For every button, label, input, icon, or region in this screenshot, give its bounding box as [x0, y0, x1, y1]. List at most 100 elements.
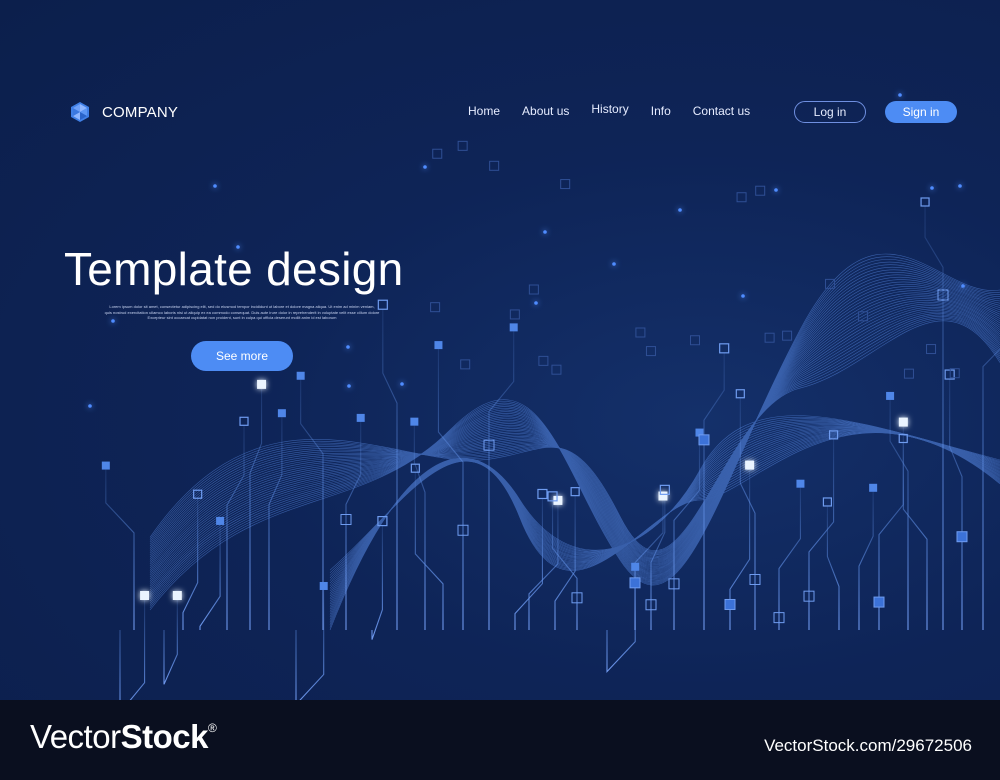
circuit-node	[873, 596, 885, 608]
star-dot	[213, 184, 217, 188]
watermark-bar: VectorStock® VectorStock.com/29672506	[0, 700, 1000, 780]
bg-square	[903, 368, 914, 379]
circuit-node	[629, 577, 641, 589]
hero-body-line: Lorem ipsum dolor sit amet, consectetur …	[109, 304, 375, 309]
brand-bold: Stock	[120, 718, 209, 755]
vectorstock-logo: VectorStock®	[30, 718, 217, 756]
hero-title: Template design	[64, 243, 404, 295]
bg-square	[755, 185, 766, 196]
circuit-node	[869, 483, 878, 492]
circuit-node	[216, 516, 225, 525]
bg-square	[926, 344, 937, 355]
star-dot	[741, 294, 745, 298]
circuit-node	[920, 197, 930, 207]
star-dot	[543, 230, 547, 234]
hexagon-triangles-icon	[71, 102, 89, 122]
circuit-node	[898, 417, 908, 427]
circuit-node	[724, 598, 736, 610]
bg-square	[509, 309, 520, 320]
hero-body-text: Lorem ipsum dolor sit amet, consectetur …	[94, 304, 390, 321]
circuit-trace	[199, 524, 221, 630]
bg-square	[635, 327, 646, 338]
nav-history[interactable]: History	[591, 102, 628, 116]
star-dot	[88, 404, 92, 408]
circuit-node	[735, 389, 745, 399]
star-dot	[930, 186, 934, 190]
circuit-node	[698, 434, 710, 446]
star-dot	[346, 345, 350, 349]
bg-square	[560, 179, 571, 190]
circuit-node	[296, 371, 305, 380]
star-dot	[774, 188, 778, 192]
brand-light: Vector	[30, 718, 121, 755]
circuit-node	[239, 416, 249, 426]
star-dot	[400, 382, 404, 386]
hero-body-line: Excepteur sint occaecat cupidatat non pr…	[147, 315, 337, 321]
circuit-node	[745, 460, 755, 470]
star-dot	[534, 301, 538, 305]
circuit-trace	[902, 426, 928, 630]
logo-text: COMPANY	[102, 103, 179, 121]
bg-square	[736, 192, 747, 203]
bg-square	[489, 160, 500, 171]
circuit-node	[719, 343, 730, 354]
star-dot	[958, 184, 962, 188]
hero-section: COMPANY Home About us History Info Conta…	[0, 0, 1000, 700]
circuit-node	[356, 413, 365, 422]
nav-about-us[interactable]: About us	[522, 104, 569, 118]
bg-square	[689, 335, 700, 346]
circuit-trace	[249, 388, 263, 630]
circuit-node	[410, 417, 419, 426]
registered-mark: ®	[207, 721, 217, 735]
image-id: VectorStock.com/29672506	[764, 736, 972, 755]
star-dot	[612, 262, 616, 266]
circuit-trace	[924, 205, 944, 630]
circuit-nodes	[101, 140, 968, 624]
circuit-node	[886, 391, 895, 400]
see-more-button[interactable]: See more	[191, 341, 293, 371]
circuit-node	[434, 341, 443, 350]
circuit-node	[570, 487, 580, 497]
circuit-node	[956, 531, 968, 543]
circuit-node	[101, 461, 110, 470]
star-dot	[347, 384, 351, 388]
bg-square	[645, 346, 656, 357]
circuit-trace	[414, 472, 444, 630]
circuit-trace	[163, 600, 178, 685]
site-header: COMPANY Home About us History Info Conta…	[0, 0, 1000, 150]
circuit-trace	[105, 469, 135, 630]
circuit-trace	[858, 491, 874, 630]
circuit-trace	[119, 600, 146, 700]
bg-square	[460, 359, 471, 370]
login-button[interactable]: Log in	[794, 101, 866, 123]
star-dot	[678, 208, 682, 212]
signin-button[interactable]: Sign in	[885, 101, 957, 123]
company-logo[interactable]: COMPANY	[68, 100, 178, 124]
bg-square	[432, 148, 443, 159]
circuit-node	[319, 581, 328, 590]
circuit-node	[172, 591, 182, 600]
star-dot	[423, 165, 427, 169]
bg-square	[538, 355, 549, 366]
circuit-node	[796, 479, 805, 488]
circuit-node	[509, 323, 518, 332]
bg-square	[430, 302, 441, 313]
circuit-node	[140, 591, 150, 600]
bg-square	[551, 364, 562, 375]
circuit-node	[822, 497, 833, 507]
circuit-trace	[371, 525, 383, 640]
nav-info[interactable]: Info	[651, 104, 671, 118]
bg-square	[782, 330, 793, 341]
circuit-node	[257, 379, 267, 389]
bg-square	[764, 332, 775, 343]
circuit-trace	[949, 379, 963, 630]
star-dot	[961, 284, 965, 288]
circuit-trace	[778, 487, 801, 630]
circuit-trace	[437, 349, 464, 630]
nav-home[interactable]: Home	[468, 104, 500, 118]
circuit-trace	[295, 589, 325, 700]
circuit-node	[277, 409, 286, 418]
nav-contact-us[interactable]: Contact us	[693, 104, 750, 118]
circuit-trace	[826, 505, 840, 630]
bg-square	[528, 284, 539, 295]
